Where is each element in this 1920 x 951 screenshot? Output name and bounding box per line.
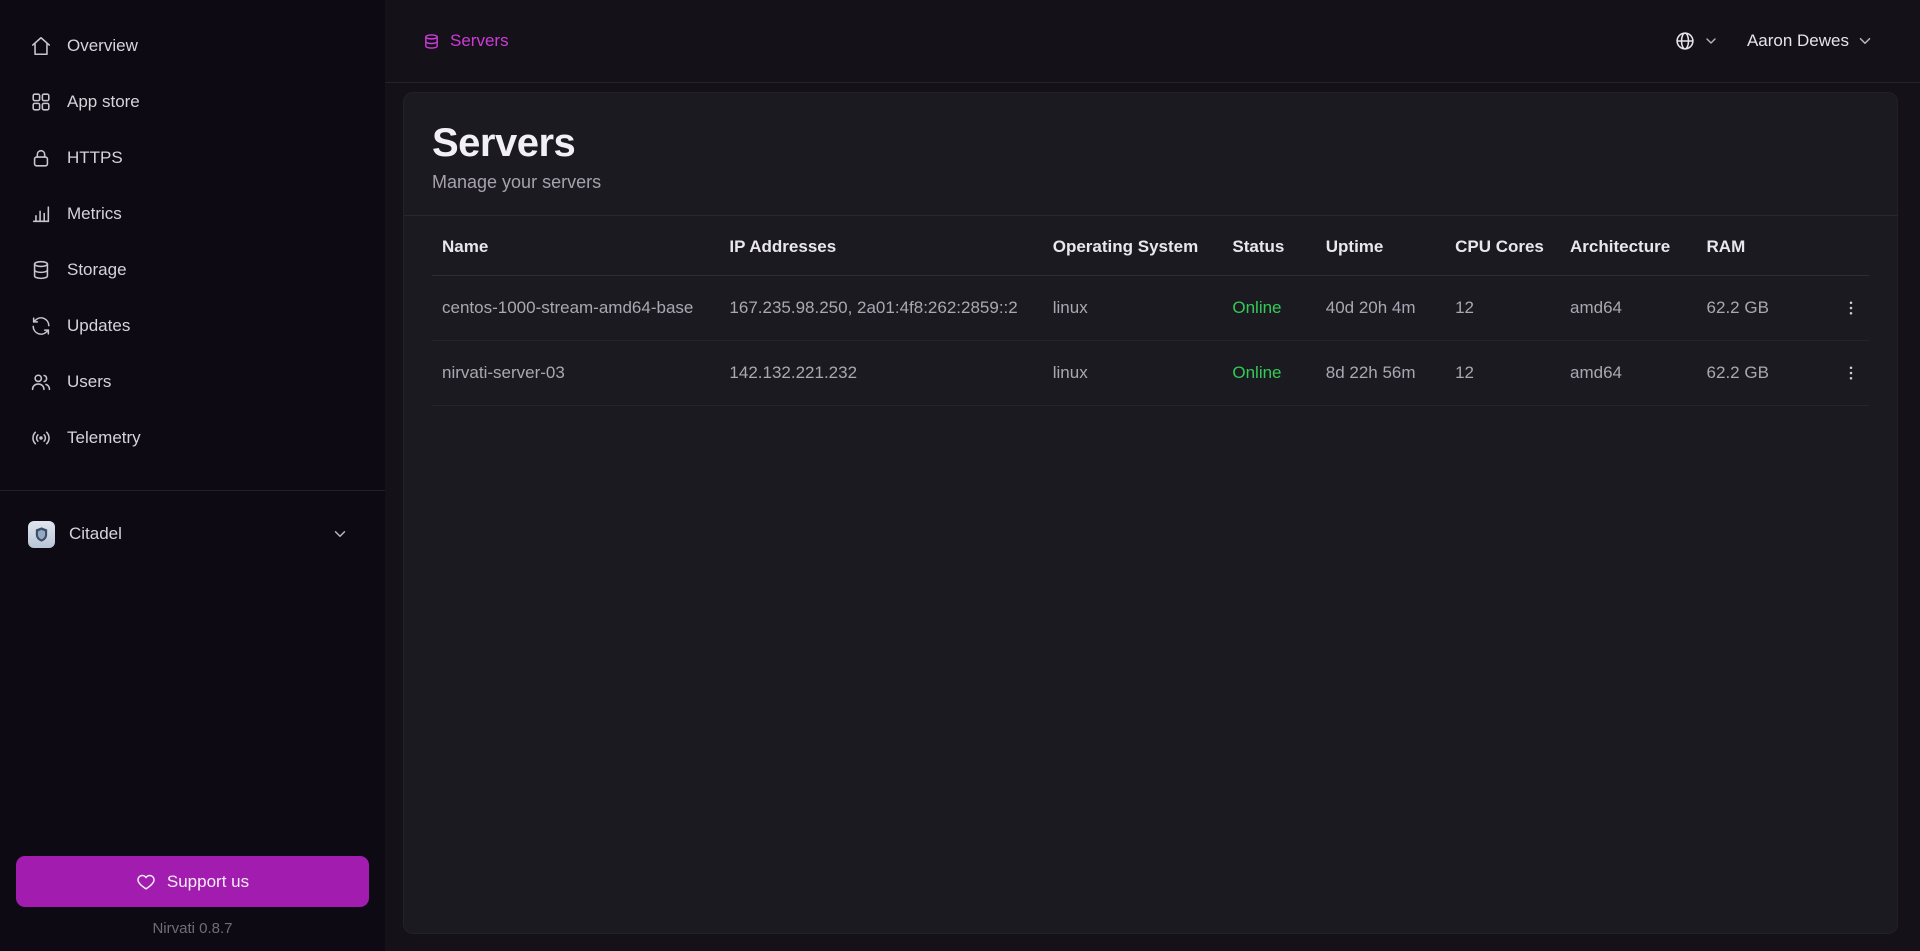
sidebar-item-telemetry[interactable]: Telemetry — [0, 410, 385, 466]
table-row[interactable]: nirvati-server-03 142.132.221.232 linux … — [432, 341, 1869, 406]
chevron-down-icon — [1703, 33, 1719, 49]
sidebar-item-label: Updates — [67, 316, 130, 336]
table-header-row: Name IP Addresses Operating System Statu… — [432, 216, 1869, 276]
cell-uptime: 8d 22h 56m — [1316, 341, 1445, 406]
users-icon — [30, 371, 52, 393]
column-header-actions — [1811, 216, 1869, 276]
breadcrumb-label: Servers — [450, 31, 509, 51]
column-header-name: Name — [432, 216, 719, 276]
cell-architecture: amd64 — [1560, 341, 1697, 406]
cell-cpu-cores: 12 — [1445, 341, 1560, 406]
globe-icon — [1674, 30, 1696, 52]
sidebar-footer: Support us Nirvati 0.8.7 — [0, 856, 385, 951]
refresh-icon — [30, 315, 52, 337]
column-header-uptime: Uptime — [1316, 216, 1445, 276]
support-us-button[interactable]: Support us — [16, 856, 369, 907]
cell-server-name: centos-1000-stream-amd64-base — [432, 276, 719, 341]
cell-architecture: amd64 — [1560, 276, 1697, 341]
topbar: Servers Aaron Dewes — [385, 0, 1920, 83]
column-header-architecture: Architecture — [1560, 216, 1697, 276]
user-name: Aaron Dewes — [1747, 31, 1849, 51]
sidebar-item-label: App store — [67, 92, 140, 112]
sidebar-item-app-store[interactable]: App store — [0, 74, 385, 130]
cell-operating-system: linux — [1043, 276, 1223, 341]
sidebar-item-label: Users — [67, 372, 111, 392]
sidebar-item-overview[interactable]: Overview — [0, 18, 385, 74]
kebab-menu-icon — [1842, 364, 1860, 382]
card-header: Servers Manage your servers — [404, 93, 1897, 216]
row-actions-button[interactable] — [1833, 290, 1869, 326]
sidebar-item-label: Metrics — [67, 204, 122, 224]
sidebar-item-https[interactable]: HTTPS — [0, 130, 385, 186]
kebab-menu-icon — [1842, 299, 1860, 317]
sidebar-item-storage[interactable]: Storage — [0, 242, 385, 298]
server-table: Name IP Addresses Operating System Statu… — [432, 216, 1869, 406]
breadcrumb[interactable]: Servers — [423, 31, 509, 51]
sidebar-item-label: Citadel — [69, 524, 122, 544]
cell-ram: 62.2 GB — [1697, 341, 1812, 406]
cell-status: Online — [1222, 341, 1315, 406]
grid-icon — [30, 91, 52, 113]
page-title: Servers — [432, 121, 1869, 165]
home-icon — [30, 35, 52, 57]
server-table-wrap: Name IP Addresses Operating System Statu… — [404, 216, 1897, 406]
main-area: Servers Aaron Dewes Servers — [385, 0, 1920, 951]
page-subtitle: Manage your servers — [432, 172, 1869, 193]
app-version: Nirvati 0.8.7 — [0, 920, 385, 937]
database-icon — [30, 259, 52, 281]
sidebar-item-label: Telemetry — [67, 428, 141, 448]
cell-server-name: nirvati-server-03 — [432, 341, 719, 406]
language-selector[interactable] — [1674, 30, 1719, 52]
cell-ip-addresses: 167.235.98.250, 2a01:4f8:262:2859::2 — [719, 276, 1042, 341]
column-header-ip: IP Addresses — [719, 216, 1042, 276]
cell-cpu-cores: 12 — [1445, 276, 1560, 341]
sidebar-item-citadel[interactable]: Citadel — [0, 509, 385, 559]
bar-chart-icon — [30, 203, 52, 225]
row-actions-button[interactable] — [1833, 355, 1869, 391]
servers-icon — [423, 33, 440, 50]
column-header-cpu: CPU Cores — [1445, 216, 1560, 276]
column-header-status: Status — [1222, 216, 1315, 276]
content-area: Servers Manage your servers Name IP Addr… — [385, 83, 1920, 951]
sidebar: Overview App store HTTPS Metrics Storage… — [0, 0, 385, 951]
citadel-logo — [28, 521, 55, 548]
sidebar-item-metrics[interactable]: Metrics — [0, 186, 385, 242]
server-table-body: centos-1000-stream-amd64-base 167.235.98… — [432, 276, 1869, 406]
broadcast-icon — [30, 427, 52, 449]
cell-ram: 62.2 GB — [1697, 276, 1812, 341]
sidebar-item-label: Storage — [67, 260, 127, 280]
cell-operating-system: linux — [1043, 341, 1223, 406]
lock-icon — [30, 147, 52, 169]
sidebar-item-label: Overview — [67, 36, 138, 56]
column-header-ram: RAM — [1697, 216, 1812, 276]
user-menu[interactable]: Aaron Dewes — [1747, 31, 1874, 51]
cell-ip-addresses: 142.132.221.232 — [719, 341, 1042, 406]
heart-icon — [136, 872, 156, 892]
chevron-down-icon — [1856, 32, 1874, 50]
column-header-os: Operating System — [1043, 216, 1223, 276]
topbar-right: Aaron Dewes — [1674, 30, 1874, 52]
servers-card: Servers Manage your servers Name IP Addr… — [403, 92, 1898, 934]
table-row[interactable]: centos-1000-stream-amd64-base 167.235.98… — [432, 276, 1869, 341]
chevron-down-icon — [331, 525, 349, 543]
cell-status: Online — [1222, 276, 1315, 341]
support-us-label: Support us — [167, 872, 249, 892]
sidebar-item-updates[interactable]: Updates — [0, 298, 385, 354]
cell-uptime: 40d 20h 4m — [1316, 276, 1445, 341]
sidebar-app-section: Citadel — [0, 490, 385, 559]
sidebar-item-label: HTTPS — [67, 148, 123, 168]
sidebar-item-users[interactable]: Users — [0, 354, 385, 410]
